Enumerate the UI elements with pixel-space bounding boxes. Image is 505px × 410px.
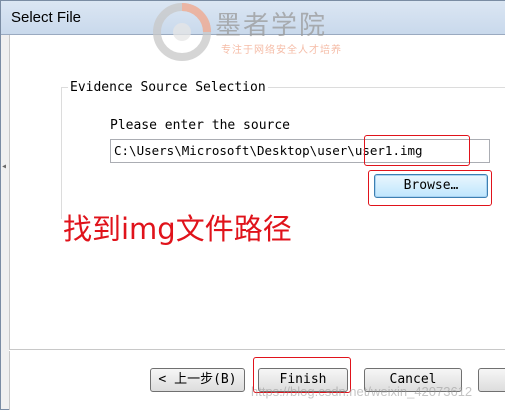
select-file-dialog: Select File ◂ 墨者学院 专注于网络安全人才培养 Evidence … [0,0,505,410]
logo-name: 墨者学院 [215,11,328,41]
back-button[interactable]: < 上一步(B) [150,368,245,392]
path-highlight-box [364,135,470,166]
blog-watermark: https://blog.csdn.net/weixin_42073612 [251,384,473,399]
annotation-text: 找到img文件路径 [63,212,292,246]
moze-logo-icon [153,3,211,61]
footer-divider [9,349,505,351]
group-label: Evidence Source Selection [68,80,268,95]
help-button[interactable] [478,368,505,392]
source-prompt-label: Please enter the source [110,118,291,133]
moze-logo: 墨者学院 专注于网络安全人才培养 [151,1,371,63]
resize-grip-icon: ◂ [1,161,8,172]
window-title: Select File [11,9,82,26]
browse-highlight-box [368,170,492,206]
logo-tagline: 专注于网络安全人才培养 [221,45,342,56]
